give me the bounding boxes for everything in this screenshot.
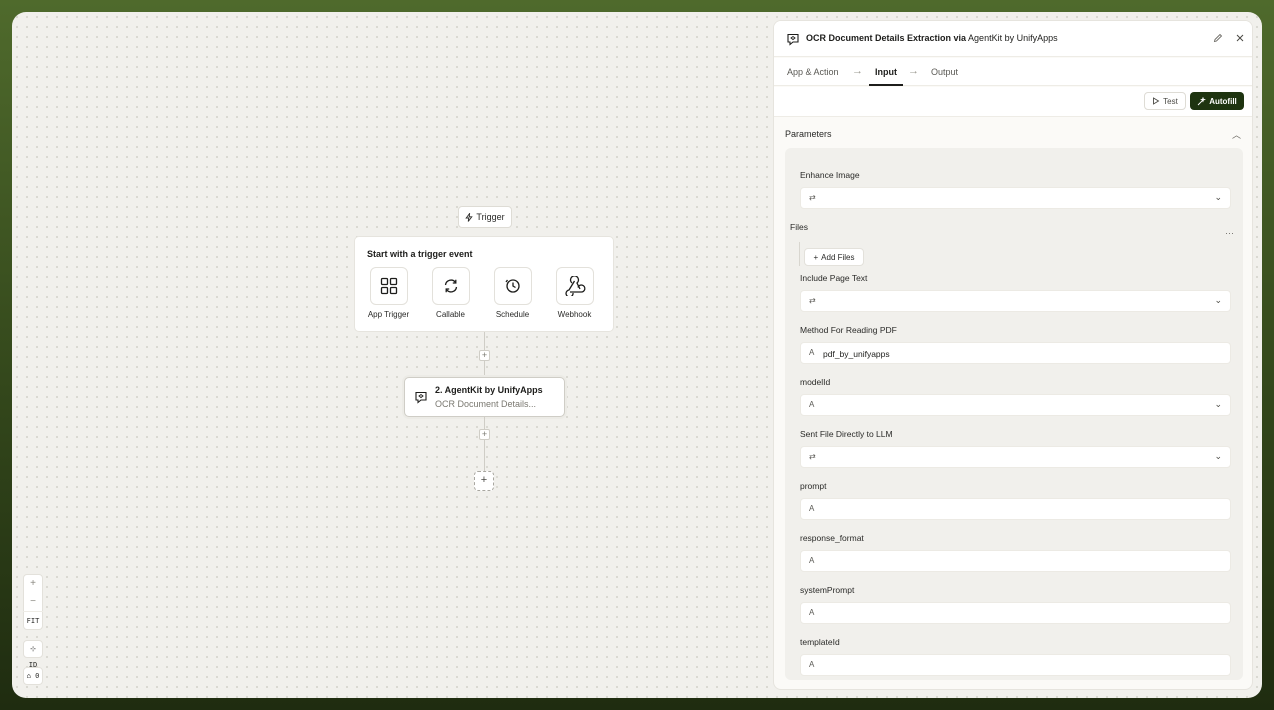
fit-view-button[interactable]: FIT [23,611,43,629]
tab-input[interactable]: Input [875,67,897,77]
close-button[interactable] [1234,33,1246,45]
agent-chat-icon [415,391,427,404]
field-label: modelId [800,377,831,387]
panel-tabs: App & Action → Input → Output [774,58,1252,86]
trigger-options: App Trigger Callable Schedule Webhook [363,267,600,319]
field-label: response_format [800,533,864,543]
test-button[interactable]: Test [1144,92,1186,110]
insert-step-button[interactable]: + [479,429,490,440]
field-label: Files [790,222,808,232]
trigger-option-label: Webhook [557,310,592,319]
agentkit-node-title: 2. AgentKit by UnifyApps [435,385,543,395]
close-icon [1236,34,1244,42]
panel-actionbar: Test Autofill [774,87,1252,117]
trigger-card-title: Start with a trigger event [367,249,473,259]
agentkit-node-subtitle: OCR Document Details... [435,399,537,409]
trigger-pill[interactable]: Trigger [458,206,512,228]
text-type-icon: A [809,556,815,565]
more-options-icon[interactable]: ··· [1225,228,1234,238]
parameters-section: Enhance Image ⇄ ⌄ Files ··· + Add Files … [785,148,1243,680]
trigger-option-schedule[interactable]: Schedule [487,267,538,319]
lightning-icon [465,212,474,222]
zoom-controls: + − FIT [23,574,43,630]
text-type-icon: A [809,608,815,617]
trigger-option-app-trigger[interactable]: App Trigger [363,267,414,319]
field-label: systemPrompt [800,585,855,595]
sent-file-llm-select[interactable]: ⇄ ⌄ [800,446,1231,468]
autofill-button[interactable]: Autofill [1190,92,1244,110]
chevron-down-icon: ⌄ [1214,399,1222,409]
active-tab-indicator [869,84,903,86]
enhance-image-select[interactable]: ⇄ ⌄ [800,187,1231,209]
trigger-option-webhook[interactable]: Webhook [549,267,600,319]
include-page-text-select[interactable]: ⇄ ⌄ [800,290,1231,312]
chevron-down-icon: ⌄ [1214,295,1222,305]
panel-title: OCR Document Details Extraction via Agen… [806,33,1058,43]
tab-output[interactable]: Output [931,67,958,77]
trigger-card: Start with a trigger event App Trigger C… [354,236,614,332]
parameters-heading: Parameters [785,129,832,139]
method-reading-pdf-input[interactable]: A pdf_by_unifyapps [800,342,1231,364]
text-type-icon: A [809,348,815,357]
app-window: Trigger Start with a trigger event App T… [12,12,1262,698]
toggle-type-icon: ⇄ [809,452,816,461]
refresh-icon [444,279,457,293]
agent-chat-icon [787,33,799,46]
id-toggle-button[interactable]: ⊹ ID [23,640,43,669]
pencil-icon [1213,33,1223,43]
model-id-select[interactable]: A ⌄ [800,394,1231,416]
text-type-icon: A [809,660,815,669]
field-label: prompt [800,481,827,491]
toggle-type-icon: ⇄ [809,296,816,305]
field-label: Sent File Directly to LLM [800,429,893,439]
field-label: templateId [800,637,840,647]
plus-icon: + [813,252,819,262]
zoom-in-button[interactable]: + [23,575,43,593]
edit-button[interactable] [1212,33,1224,45]
text-type-icon: A [809,400,815,409]
system-prompt-input[interactable]: A [800,602,1231,624]
files-indent-line [799,242,800,266]
play-icon [1153,97,1160,105]
trigger-option-label: App Trigger [367,310,410,319]
field-value: pdf_by_unifyapps [823,349,890,359]
test-button-label: Test [1163,96,1178,106]
field-label: Include Page Text [800,273,868,283]
trigger-option-label: Schedule [495,310,530,319]
arrow-right-icon: → [852,65,863,77]
add-files-label: Add Files [821,252,855,262]
toggle-type-icon: ⇄ [809,193,816,202]
arrow-right-icon: → [908,65,919,77]
field-label: Enhance Image [800,170,860,180]
grid-icon [380,277,397,295]
trigger-pill-label: Trigger [476,212,505,222]
autofill-button-label: Autofill [1209,96,1237,106]
webhook-icon [564,276,585,296]
trigger-option-callable[interactable]: Callable [425,267,476,319]
step-config-panel: OCR Document Details Extraction via Agen… [773,20,1253,690]
template-id-input[interactable]: A [800,654,1231,676]
clock-icon [504,279,520,293]
warnings-button[interactable]: ⌂ 0 [23,667,43,685]
chevron-down-icon: ⌄ [1214,451,1222,461]
zoom-out-button[interactable]: − [23,593,43,611]
insert-step-button[interactable]: + [479,350,490,361]
text-type-icon: A [809,504,815,513]
response-format-input[interactable]: A [800,550,1231,572]
panel-title-app: AgentKit by UnifyApps [966,33,1058,43]
add-files-button[interactable]: + Add Files [804,248,864,266]
field-label: Method For Reading PDF [800,325,897,335]
tab-app-action[interactable]: App & Action [787,67,839,77]
chevron-up-icon[interactable]: ︿ [1232,128,1241,141]
panel-title-main: OCR Document Details Extraction via [806,33,967,43]
chevron-down-icon: ⌄ [1214,192,1222,202]
magic-wand-icon [1197,96,1207,105]
agentkit-node[interactable]: 2. AgentKit by UnifyApps OCR Document De… [404,377,565,417]
add-step-button[interactable]: + [474,471,494,491]
panel-header: OCR Document Details Extraction via Agen… [774,21,1252,57]
prompt-input[interactable]: A [800,498,1231,520]
connector-line [484,417,485,471]
trigger-option-label: Callable [436,310,465,319]
